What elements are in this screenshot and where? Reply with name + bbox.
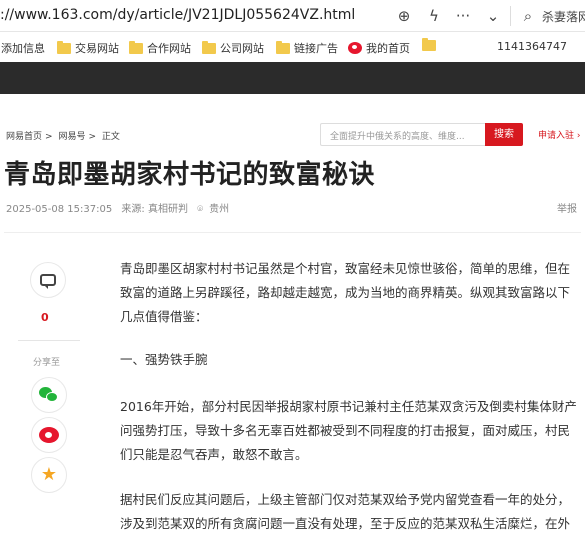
weibo-icon [348,42,362,54]
weibo-icon [39,427,59,443]
divider [18,340,80,341]
bookmark-item[interactable]: 1141364747 [497,40,567,53]
arrow-icon: › [576,131,581,141]
star-icon: ★ [40,464,58,485]
bookmark-label: 交易网站 [75,42,119,55]
article-paragraph: 据村民们反应其问题后，上级主管部门仅对范某双给予党内留党查看一年的处分，涉及到范… [120,492,571,531]
bookmark-label: 1141364747 [497,40,567,53]
report-link[interactable]: 举报 [557,200,577,215]
zoom-icon[interactable]: ⊕ [394,6,414,26]
bookmarks-bar: 添加信息 交易网站 合作网站 公司网站 链接广告 我的首页 1141364747 [0,32,585,62]
apply-link[interactable]: 申请入驻 › [538,128,581,141]
share-wechat-button[interactable] [31,377,67,413]
article-location: 贵州 [209,204,230,215]
comment-button[interactable] [30,262,66,298]
breadcrumb-home[interactable]: 网易首页 [6,132,42,142]
address-bar[interactable]: ://www.163.com/dy/article/JV21JDLJ055624… [0,0,585,32]
breadcrumb: 网易首页 > 网易号 > 正文 [6,129,123,142]
search-button[interactable]: 搜索 [485,123,523,146]
bookmark-item[interactable]: 合作网站 [129,40,191,56]
share-qzone-button[interactable]: ★ [31,457,67,493]
article-paragraph: 青岛即墨区胡家村村书记虽然是个村官，致富经未见惊世骇俗，简单的思维，但在致富的道… [120,261,571,324]
search-icon[interactable]: ⌕ [518,6,538,26]
article-title: 青岛即墨胡家村书记的致富秘诀 [4,160,376,190]
more-icon[interactable]: ··· [453,6,473,26]
article-meta: 2025-05-08 15:37:05 来源: 真相研判 ⌾ 贵州 [6,200,235,215]
bookmark-item[interactable]: 我的首页 [348,40,410,56]
comment-count[interactable]: 0 [41,311,49,324]
bookmark-label: 我的首页 [366,42,410,55]
bookmark-item[interactable]: 交易网站 [57,40,119,56]
share-weibo-button[interactable] [31,417,67,453]
breadcrumb-separator: > [88,132,96,142]
site-header [0,62,585,94]
url-text[interactable]: ://www.163.com/dy/article/JV21JDLJ055624… [0,7,355,23]
breadcrumb-netease-hao[interactable]: 网易号 [58,132,85,142]
folder-icon [129,40,143,54]
bookmark-label: 公司网站 [220,42,264,55]
bookmark-label: 添加信息 [1,42,45,55]
bookmark-item[interactable]: 添加信息 [1,40,45,56]
comment-icon [40,274,56,289]
share-label: 分享至 [33,358,61,368]
article-paragraph: 2016年开始，部分村民因举报胡家村原书记兼村主任范某双贪污及倒卖村集体财产问强… [120,399,577,462]
chevron-down-icon[interactable]: ⌄ [483,6,503,26]
divider [510,6,511,26]
bookmark-label: 链接广告 [294,42,338,55]
folder-icon [276,40,290,54]
location-icon: ⌾ [197,204,204,215]
search-input[interactable]: 全面提升中俄关系的高度、维度... [320,123,485,146]
folder-icon [57,40,71,54]
apply-link-label: 申请入驻 [538,131,575,141]
bookmark-item[interactable] [422,38,436,51]
article-source[interactable]: 来源: 真相研判 [121,204,188,215]
bookmark-label: 合作网站 [147,42,191,55]
folder-icon [202,40,216,54]
bookmark-item[interactable]: 链接广告 [276,40,338,56]
breadcrumb-current: 正文 [101,132,120,142]
browser-search-text[interactable]: 杀妻落网 [542,8,585,25]
article-datetime: 2025-05-08 15:37:05 [6,204,113,215]
folder-icon [422,38,436,51]
divider [4,232,581,233]
bookmark-item[interactable]: 公司网站 [202,40,264,56]
lightning-icon[interactable]: ϟ [424,6,444,26]
breadcrumb-separator: > [45,132,53,142]
article-paragraph: 一、强势铁手腕 [120,352,208,367]
wechat-icon [39,387,59,403]
